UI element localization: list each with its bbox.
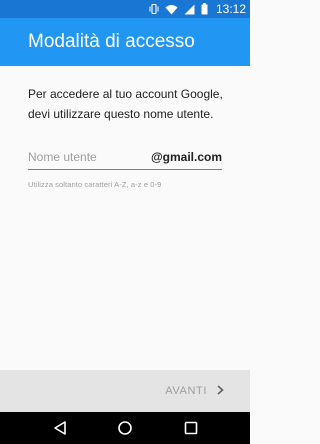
footer-bar: AVANTI bbox=[0, 370, 250, 412]
username-input[interactable] bbox=[28, 147, 156, 167]
next-button[interactable]: AVANTI bbox=[165, 382, 224, 400]
signal-icon bbox=[184, 4, 195, 15]
wifi-icon bbox=[165, 4, 178, 15]
battery-icon bbox=[201, 3, 208, 15]
status-icons: 13:12 bbox=[149, 0, 246, 18]
recents-icon[interactable] bbox=[183, 420, 199, 436]
navigation-bar bbox=[0, 412, 250, 444]
chevron-right-icon bbox=[217, 382, 224, 400]
app-bar: Modalità di accesso bbox=[0, 18, 250, 66]
next-button-label: AVANTI bbox=[165, 385, 207, 397]
home-icon[interactable] bbox=[117, 420, 133, 436]
instruction-text: Per accedere al tuo account Google, devi… bbox=[28, 87, 223, 121]
clock: 13:12 bbox=[215, 2, 246, 16]
domain-suffix: @gmail.com bbox=[150, 150, 222, 164]
status-bar: 13:12 bbox=[0, 0, 250, 18]
vibrate-icon bbox=[149, 3, 159, 15]
username-hint: Utilizza soltanto caratteri A-Z, a-z e 0… bbox=[28, 180, 162, 189]
page-title: Modalità di accesso bbox=[28, 31, 195, 52]
back-icon[interactable] bbox=[52, 420, 68, 436]
username-field: @gmail.com bbox=[28, 147, 222, 170]
